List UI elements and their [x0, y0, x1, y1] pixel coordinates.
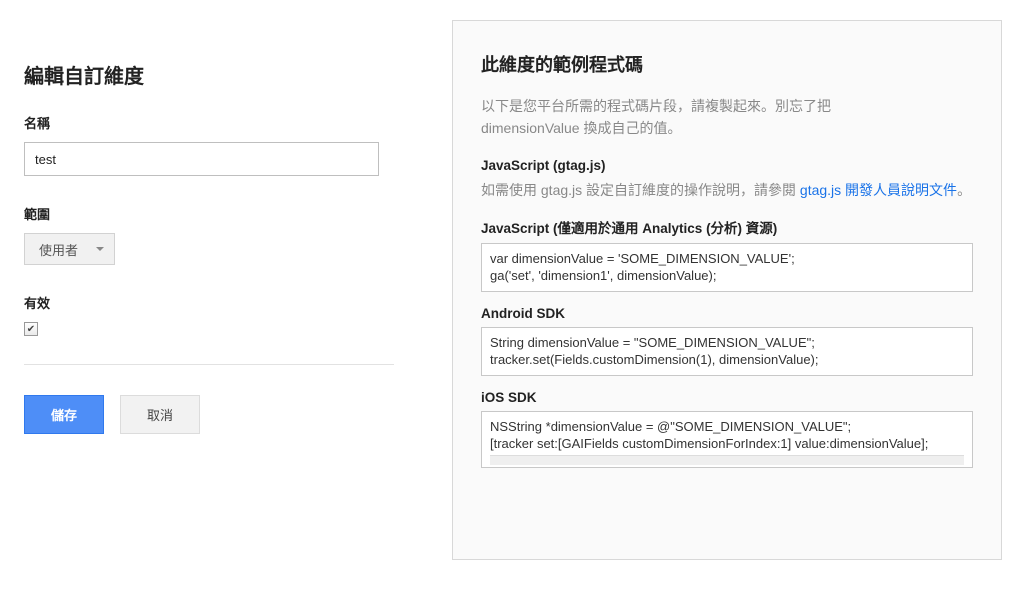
example-code-panel: 此維度的範例程式碼 以下是您平台所需的程式碼片段，請複製起來。別忘了把 dime… [452, 20, 1002, 560]
gtag-description: 如需使用 gtag.js 設定自訂維度的操作說明，請參閱 gtag.js 開發人… [481, 179, 973, 203]
android-heading: Android SDK [481, 306, 973, 321]
gtag-desc-suffix: 。 [957, 182, 971, 198]
name-input[interactable] [24, 142, 379, 176]
android-code-line1: String dimensionValue = "SOME_DIMENSION_… [490, 334, 964, 352]
scrollbar[interactable] [490, 455, 964, 465]
active-checkbox[interactable]: ✔ [24, 322, 38, 336]
divider [24, 364, 394, 365]
ua-code-line2: ga('set', 'dimension1', dimensionValue); [490, 267, 964, 285]
ua-code-line1: var dimensionValue = 'SOME_DIMENSION_VAL… [490, 250, 964, 268]
gtag-doc-link[interactable]: gtag.js 開發人員說明文件 [800, 182, 957, 198]
ua-code-box[interactable]: var dimensionValue = 'SOME_DIMENSION_VAL… [481, 243, 973, 292]
scope-select[interactable]: 使用者 [24, 233, 115, 265]
code-intro: 以下是您平台所需的程式碼片段，請複製起來。別忘了把 dimensionValue… [481, 95, 973, 140]
page-title: 編輯自訂維度 [24, 60, 394, 89]
android-code-box[interactable]: String dimensionValue = "SOME_DIMENSION_… [481, 327, 973, 376]
ios-code-line2: [tracker set:[GAIFields customDimensionF… [490, 435, 964, 453]
ua-heading: JavaScript (僅適用於通用 Analytics (分析) 資源) [481, 217, 973, 237]
edit-dimension-form: 編輯自訂維度 名稱 範圍 使用者 有效 ✔ 儲存 取消 [24, 20, 394, 560]
name-field-block: 名稱 [24, 113, 394, 176]
scope-select-value: 使用者 [39, 240, 78, 259]
active-field-block: 有效 ✔ [24, 293, 394, 336]
ios-heading: iOS SDK [481, 390, 973, 405]
code-intro-line2: dimensionValue 換成自己的值。 [481, 120, 681, 136]
caret-down-icon [96, 247, 104, 251]
ios-code-box[interactable]: NSString *dimensionValue = @"SOME_DIMENS… [481, 411, 973, 468]
scope-field-block: 範圍 使用者 [24, 204, 394, 265]
save-button[interactable]: 儲存 [24, 395, 104, 434]
cancel-button[interactable]: 取消 [120, 395, 200, 434]
active-label: 有效 [24, 293, 394, 312]
button-row: 儲存 取消 [24, 395, 394, 434]
ios-code-line1: NSString *dimensionValue = @"SOME_DIMENS… [490, 418, 964, 436]
name-label: 名稱 [24, 113, 394, 132]
code-intro-line1: 以下是您平台所需的程式碼片段，請複製起來。別忘了把 [481, 98, 831, 114]
gtag-heading: JavaScript (gtag.js) [481, 158, 973, 173]
code-panel-title: 此維度的範例程式碼 [481, 51, 973, 77]
android-code-line2: tracker.set(Fields.customDimension(1), d… [490, 351, 964, 369]
scope-label: 範圍 [24, 204, 394, 223]
gtag-desc-prefix: 如需使用 gtag.js 設定自訂維度的操作說明，請參閱 [481, 182, 800, 198]
